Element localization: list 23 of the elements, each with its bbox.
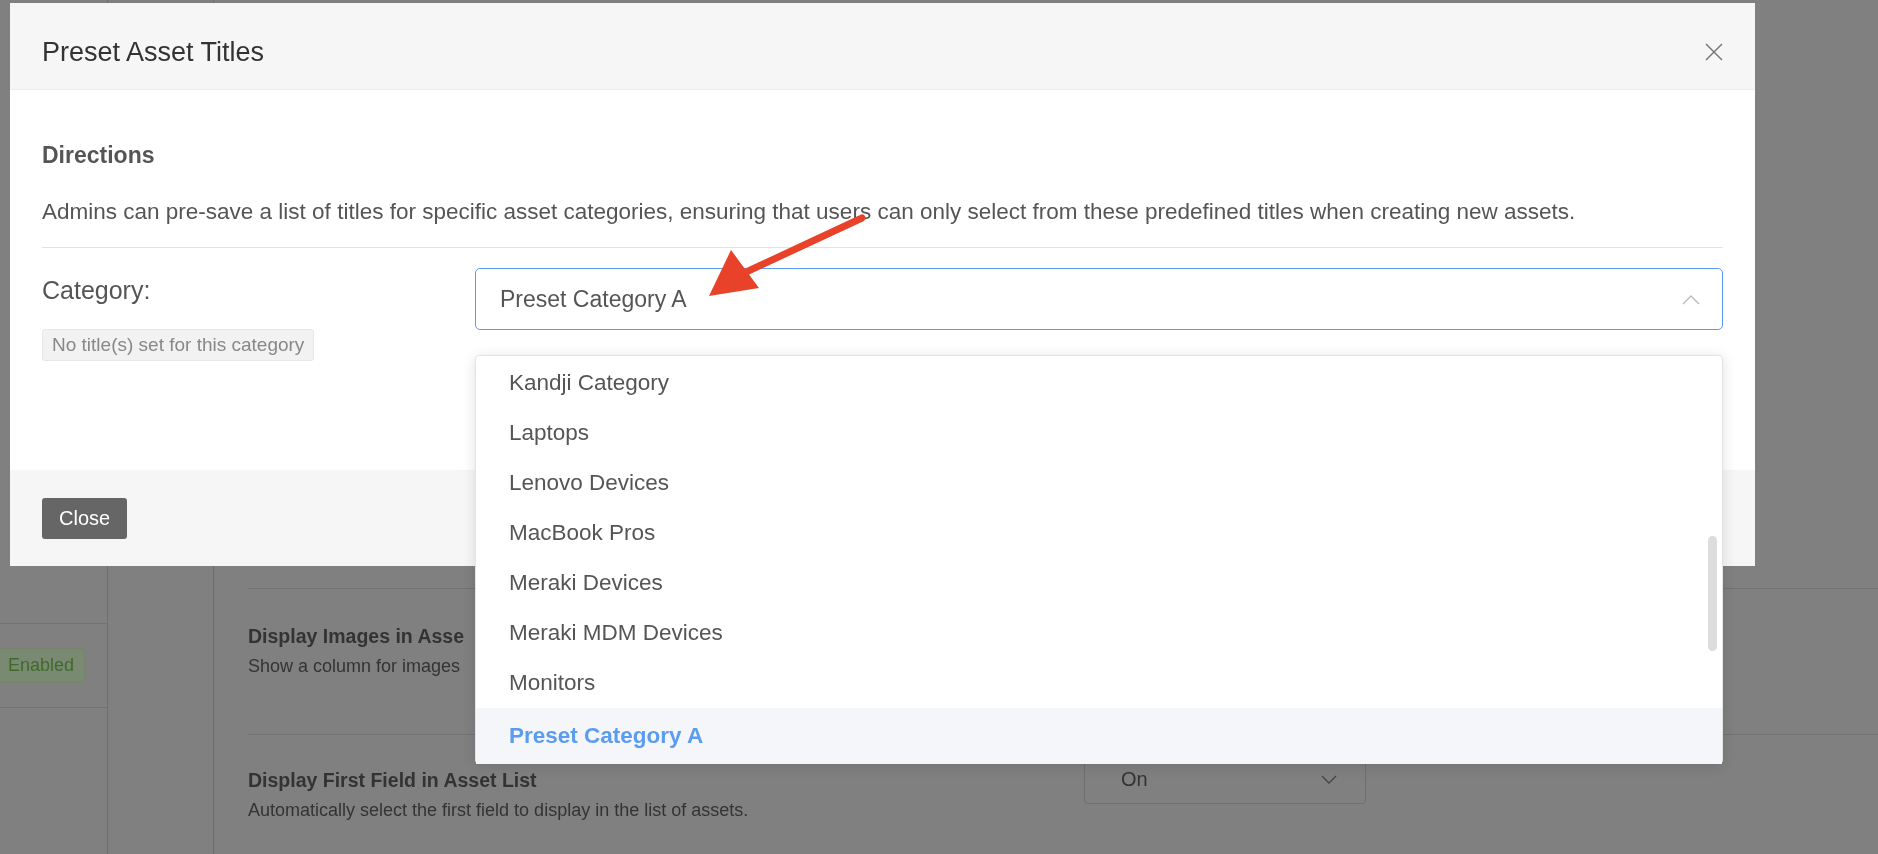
- dropdown-option[interactable]: Meraki Devices: [476, 558, 1722, 608]
- section-heading: Directions: [42, 142, 156, 169]
- dropdown-option[interactable]: Laptops: [476, 408, 1722, 458]
- category-label: Category:: [42, 276, 152, 305]
- setting-title: Display First Field in Asset List: [248, 769, 537, 792]
- dropdown-option[interactable]: Meraki MDM Devices: [476, 608, 1722, 658]
- close-button[interactable]: Close: [42, 497, 128, 539]
- setting-description: Automatically select the first field to display in the list of assets.: [248, 800, 749, 821]
- setting-description: Show a column for images: [248, 656, 461, 677]
- chevron-down-icon: [1321, 774, 1337, 785]
- setting-title: Display Images in Asse: [248, 625, 465, 648]
- close-icon[interactable]: [1705, 43, 1723, 61]
- directions-text: Admins can pre-save a list of titles for specific asset categories, ensuring that users can only select from these predefined titles when creating new assets.: [42, 199, 1577, 225]
- status-badge: Enabled: [0, 648, 86, 683]
- category-select[interactable]: Preset Category A: [475, 268, 1723, 330]
- dialog-title: Preset Asset Titles: [42, 36, 265, 68]
- scrollbar-thumb[interactable]: [1708, 536, 1717, 651]
- dropdown-option[interactable]: MacBook Pros: [476, 508, 1722, 558]
- empty-titles-badge: No title(s) set for this category: [42, 329, 315, 361]
- chevron-up-icon: [1682, 293, 1700, 305]
- dropdown-option[interactable]: Monitors: [476, 658, 1722, 708]
- dropdown-option[interactable]: Kandji Category: [476, 358, 1722, 408]
- dropdown-option[interactable]: Lenovo Devices: [476, 458, 1722, 508]
